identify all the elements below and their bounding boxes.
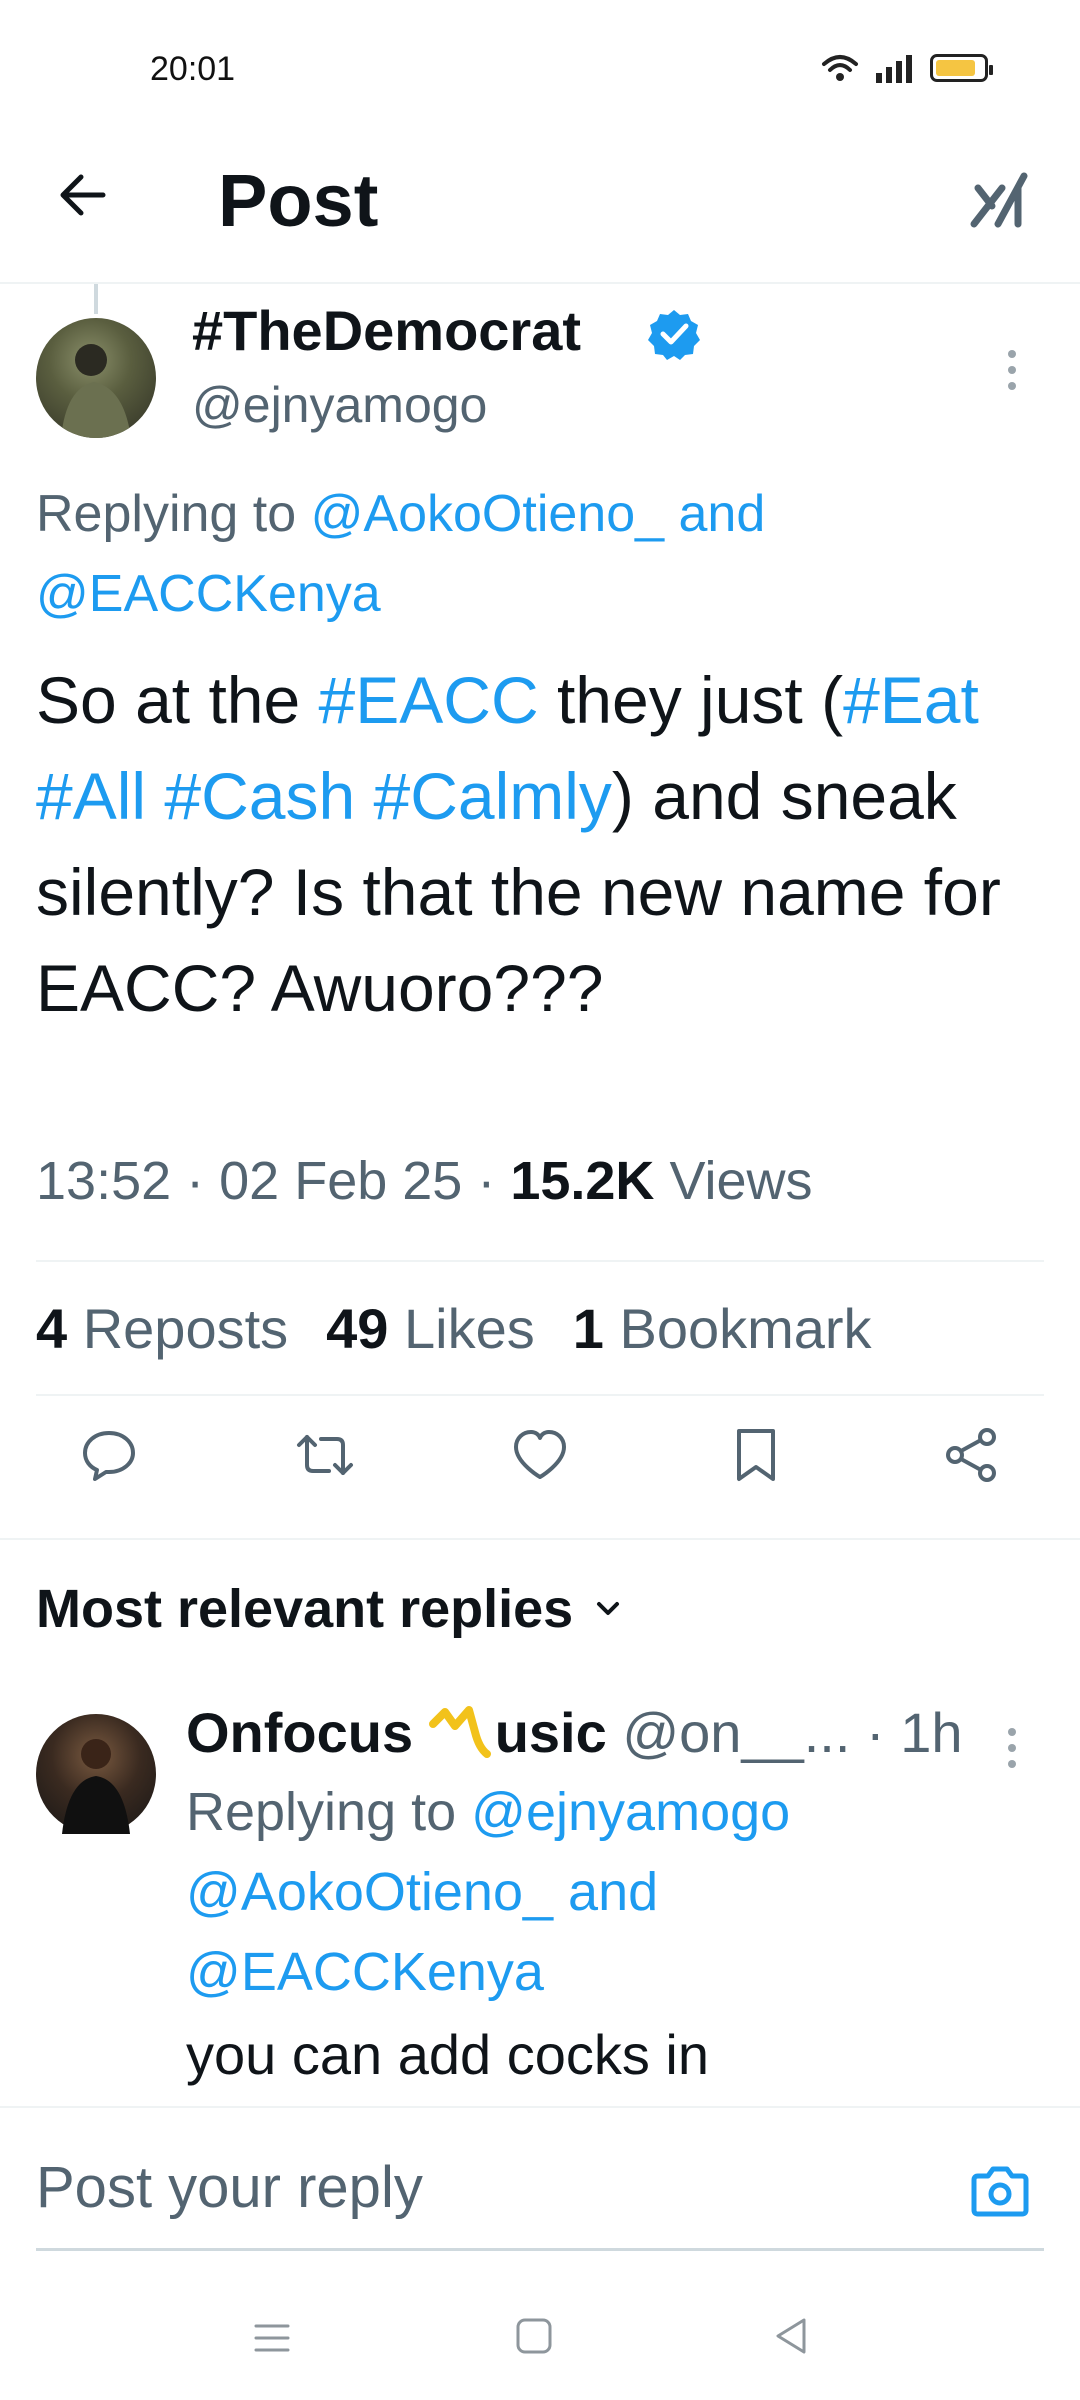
reply-icon (83, 1431, 135, 1481)
replying-prefix: Replying to (36, 485, 311, 543)
camera-button[interactable] (960, 2152, 1040, 2232)
bookmarks-stat[interactable]: 1 Bookmark (573, 1296, 872, 1361)
bookmark-button[interactable] (721, 1420, 791, 1490)
reply-replying-to: Replying to @ejnyamogo @AokoOtieno_ and @E… (186, 1772, 1046, 2012)
replies-sort-label: Most relevant replies (36, 1579, 574, 1639)
thread-line (94, 284, 98, 314)
page-title: Post (218, 159, 379, 242)
grok-icon (970, 172, 1028, 228)
heart-icon (514, 1430, 566, 1479)
composer-underline (36, 2248, 1044, 2251)
post-text-part: So at the (36, 663, 319, 737)
likes-count: 49 (326, 1297, 389, 1360)
replying-joiner[interactable]: and (553, 1862, 658, 1922)
more-dot (1008, 1760, 1016, 1768)
reply-author-avatar[interactable] (36, 1714, 156, 1834)
post-text-part: they just ( (538, 663, 844, 737)
bookmark-icon (736, 1429, 775, 1481)
nav-home-icon[interactable] (510, 2312, 558, 2360)
back-button[interactable] (48, 160, 118, 230)
post-text: So at the #EACC they just (#Eat #All #Ca… (36, 652, 1046, 1036)
battery-icon (930, 54, 993, 82)
reply-more-options-button[interactable] (992, 1718, 1032, 1778)
repost-icon (296, 1435, 353, 1475)
hashtag-eacc[interactable]: #EACC (319, 663, 539, 737)
reply-button[interactable] (74, 1420, 144, 1490)
nav-recents-icon[interactable] (248, 2314, 296, 2362)
signal-icon (876, 55, 912, 83)
views-count[interactable]: 15.2K (510, 1151, 654, 1211)
author-name[interactable]: #TheDemocrat (192, 298, 581, 363)
post-date: 02 Feb 25 (219, 1151, 463, 1211)
more-options-button[interactable] (992, 340, 1032, 400)
header-divider (0, 282, 1080, 284)
reply-author-name[interactable]: Onfocus usic (186, 1701, 607, 1764)
bookmarks-label: Bookmark (619, 1297, 872, 1360)
status-icons (820, 52, 993, 84)
more-dot (1008, 382, 1016, 390)
author-handle[interactable]: @ejnyamogo (192, 376, 487, 434)
post-time: 13:52 (36, 1151, 172, 1211)
replying-prefix: Replying to (186, 1782, 472, 1842)
mention-aokootieno[interactable]: @AokoOtieno_ (186, 1862, 553, 1922)
reply-name-part: Onfocus (186, 1701, 429, 1764)
battery-level (936, 60, 976, 76)
more-dot (1008, 1728, 1016, 1736)
hashtag-all[interactable]: #All (36, 759, 146, 833)
music-emoji-icon (428, 1706, 491, 1758)
arrow-left-icon (60, 174, 106, 216)
replies-sort-button[interactable]: Most relevant replies (36, 1578, 625, 1640)
mention-eacckenya[interactable]: @EACCKenya (36, 565, 381, 623)
share-icon (946, 1428, 996, 1482)
likes-stat[interactable]: 49 Likes (326, 1296, 535, 1361)
meta-separator: · (171, 1151, 220, 1211)
bookmarks-count: 1 (572, 1297, 604, 1360)
reposts-label: Reposts (82, 1297, 289, 1360)
more-dot (1008, 1744, 1016, 1752)
author-avatar[interactable] (36, 318, 156, 438)
reply-text: you can add cocks in (186, 2023, 709, 2086)
reply-header: Onfocus usic @on__... · 1h (186, 1700, 962, 1765)
post-stats: 4 Reposts 49 Likes 1 Bookmark (36, 1296, 872, 1361)
repost-button[interactable] (290, 1420, 360, 1490)
avatar-figure (61, 344, 131, 438)
action-bar (36, 1420, 1044, 1520)
more-dot (1008, 350, 1016, 358)
chevron-down-icon (597, 1602, 620, 1615)
camera-icon (971, 2166, 1029, 2217)
divider (36, 1260, 1044, 1262)
reposts-stat[interactable]: 4 Reposts (36, 1296, 288, 1361)
status-time: 20:01 (150, 50, 236, 88)
reply-age: · 1h (865, 1701, 963, 1764)
meta-separator: · (462, 1151, 511, 1211)
like-button[interactable] (505, 1420, 575, 1490)
likes-label: Likes (404, 1297, 535, 1360)
verified-badge-icon (648, 310, 700, 360)
reply-name-part: usic (494, 1701, 607, 1764)
grok-button[interactable] (960, 160, 1040, 240)
composer-divider (0, 2106, 1080, 2108)
replying-to: Replying to @AokoOtieno_ and @EACCKenya (36, 474, 1036, 634)
mention-aokootieno[interactable]: @AokoOtieno_ (311, 485, 664, 543)
wifi-icon (822, 55, 858, 81)
more-dot (1008, 366, 1016, 374)
hashtag-cash[interactable]: #Cash (164, 759, 355, 833)
reply-author-handle[interactable]: @on__... (622, 1701, 850, 1764)
reply-input[interactable] (36, 2154, 936, 2221)
nav-back-icon[interactable] (768, 2312, 816, 2360)
avatar-figure (62, 1739, 130, 1834)
section-divider (0, 1538, 1080, 1540)
views-label[interactable]: Views (669, 1151, 812, 1211)
mention-eacckenya[interactable]: @EACCKenya (186, 1942, 544, 2002)
mention-ejnyamogo[interactable]: @ejnyamogo (471, 1782, 790, 1842)
hashtag-calmly[interactable]: #Calmly (374, 759, 612, 833)
post-meta: 13:52 · 02 Feb 25 · 15.2K Views (36, 1150, 813, 1212)
share-button[interactable] (936, 1420, 1006, 1490)
hashtag-eat[interactable]: #Eat (843, 663, 979, 737)
replying-joiner[interactable]: and (664, 485, 765, 543)
divider (36, 1394, 1044, 1396)
reposts-count: 4 (36, 1297, 68, 1360)
